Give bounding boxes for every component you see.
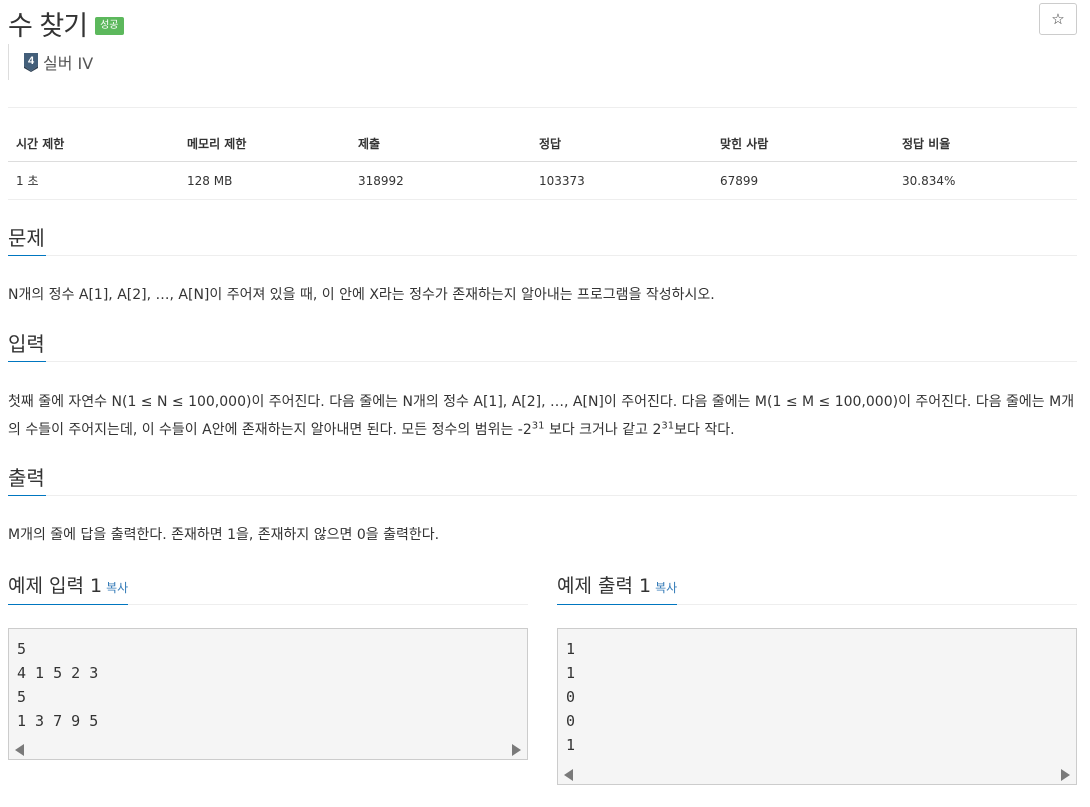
sample-output-title: 예제 출력 1 복사	[557, 574, 678, 605]
tier-label: 실버 IV	[43, 54, 94, 73]
code-line: 1	[566, 664, 576, 682]
exponent: 31	[531, 420, 545, 432]
stats-ratio: 30.834%	[894, 161, 1077, 200]
code-line: 1 3 7 9 5	[17, 712, 99, 730]
tier-info[interactable]: 4 실버 IV	[8, 44, 93, 80]
stats-accepted[interactable]: 103373	[531, 161, 712, 200]
sample-input-title: 예제 입력 1 복사	[8, 574, 129, 605]
section-input-header: 입력	[8, 332, 1077, 362]
stats-header-accepted: 정답	[531, 125, 712, 162]
stats-time-limit: 1 초	[8, 161, 179, 200]
stats-header-submissions: 제출	[350, 125, 531, 162]
section-input-title: 입력	[8, 332, 46, 362]
page-title: 수 찾기	[8, 11, 88, 42]
arrow-left-icon[interactable]	[15, 744, 24, 756]
code-line: 5	[17, 640, 27, 658]
description-text: N개의 정수 A[1], A[2], …, A[N]이 주어져 있을 때, 이 …	[8, 287, 715, 303]
section-description-title: 문제	[8, 226, 46, 256]
stats-header-ratio: 정답 비율	[894, 125, 1077, 162]
arrow-right-icon[interactable]	[512, 744, 521, 756]
sample-input-code[interactable]: 5 4 1 5 2 3 5 1 3 7 9 5	[8, 628, 528, 760]
stats-header-solvers: 맞힌 사람	[712, 125, 894, 162]
sample-output-header: 예제 출력 1 복사	[557, 574, 1077, 605]
code-line: 4 1 5 2 3	[17, 664, 99, 682]
section-description-header: 문제	[8, 226, 1077, 256]
section-output-title: 출력	[8, 466, 46, 496]
arrow-left-icon[interactable]	[564, 769, 573, 781]
copy-sample-input-button[interactable]: 복사	[106, 581, 128, 595]
title-row: 수 찾기 성공	[8, 4, 124, 43]
code-line: 1	[566, 736, 576, 754]
stats-solvers[interactable]: 67899	[712, 161, 894, 200]
stats-submissions[interactable]: 318992	[350, 161, 531, 200]
input-text-line-1: 첫째 줄에 자연수 N(1 ≤ N ≤ 100,000)이 주어진다. 다음 줄…	[8, 394, 1075, 410]
copy-sample-output-button[interactable]: 복사	[655, 581, 677, 595]
code-line: 1	[566, 640, 576, 658]
horizontal-scrollbar[interactable]	[9, 740, 527, 759]
stats-table: 시간 제한 메모리 제한 제출 정답 맞힌 사람 정답 비율 1 초 128 M…	[8, 125, 1077, 200]
sample-output-code[interactable]: 1 1 0 0 1	[557, 628, 1077, 785]
output-text: M개의 줄에 답을 출력한다. 존재하면 1을, 존재하지 않으면 0을 출력한…	[8, 527, 440, 543]
divider	[8, 107, 1077, 108]
arrow-right-icon[interactable]	[1061, 769, 1070, 781]
stats-header-row: 시간 제한 메모리 제한 제출 정답 맞힌 사람 정답 비율	[8, 125, 1077, 162]
exponent: 31	[661, 420, 675, 432]
status-badge: 성공	[95, 16, 124, 35]
horizontal-scrollbar[interactable]	[558, 765, 1076, 784]
code-line: 5	[17, 688, 27, 706]
sample-input-header: 예제 입력 1 복사	[8, 574, 528, 605]
silver-tier-icon: 4	[24, 53, 38, 72]
stats-memory-limit: 128 MB	[179, 161, 350, 200]
stats-header-memory: 메모리 제한	[179, 125, 350, 162]
input-text-line-2: 의 수들이 주어지는데, 이 수들이 A안에 존재하는지 알아내면 된다. 모든…	[8, 420, 735, 438]
star-icon: ☆	[1051, 10, 1065, 28]
stats-value-row: 1 초 128 MB 318992 103373 67899 30.834%	[8, 161, 1077, 200]
code-line: 0	[566, 712, 576, 730]
favorite-button[interactable]: ☆	[1039, 3, 1077, 35]
code-line: 0	[566, 688, 576, 706]
input-text: 첫째 줄에 자연수 N(1 ≤ N ≤ 100,000)이 주어진다. 다음 줄…	[8, 388, 1077, 444]
stats-header-time: 시간 제한	[8, 125, 179, 162]
tier-number: 4	[28, 55, 35, 67]
section-output-header: 출력	[8, 466, 1077, 496]
